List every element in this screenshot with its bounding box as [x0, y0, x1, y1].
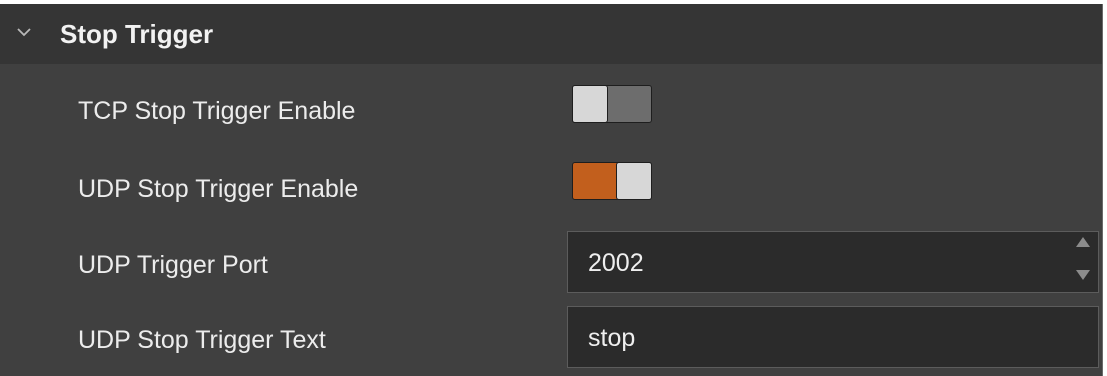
udp-stop-trigger-enable-toggle[interactable]: [572, 162, 652, 200]
spin-down-icon[interactable]: [1076, 270, 1090, 280]
section-header[interactable]: Stop Trigger: [0, 4, 1102, 64]
udp-stop-trigger-text-label: UDP Stop Trigger Text: [78, 326, 326, 354]
chevron-down-icon[interactable]: [16, 24, 32, 40]
stop-trigger-panel: Stop Trigger TCP Stop Trigger Enable UDP…: [0, 4, 1103, 376]
udp-stop-trigger-enable-label: UDP Stop Trigger Enable: [78, 175, 359, 203]
spin-up-icon[interactable]: [1076, 237, 1090, 247]
udp-trigger-port-value[interactable]: 2002: [588, 248, 644, 278]
tcp-stop-trigger-enable-label: TCP Stop Trigger Enable: [78, 97, 356, 125]
udp-trigger-port-field[interactable]: 2002: [567, 231, 1099, 293]
section-title: Stop Trigger: [60, 19, 214, 49]
toggle-knob: [616, 162, 652, 200]
udp-stop-trigger-text-field[interactable]: stop: [567, 306, 1099, 368]
toggle-knob: [572, 85, 608, 123]
udp-stop-trigger-text-value[interactable]: stop: [588, 323, 635, 353]
tcp-stop-trigger-enable-toggle[interactable]: [572, 85, 652, 123]
udp-trigger-port-label: UDP Trigger Port: [78, 251, 268, 279]
